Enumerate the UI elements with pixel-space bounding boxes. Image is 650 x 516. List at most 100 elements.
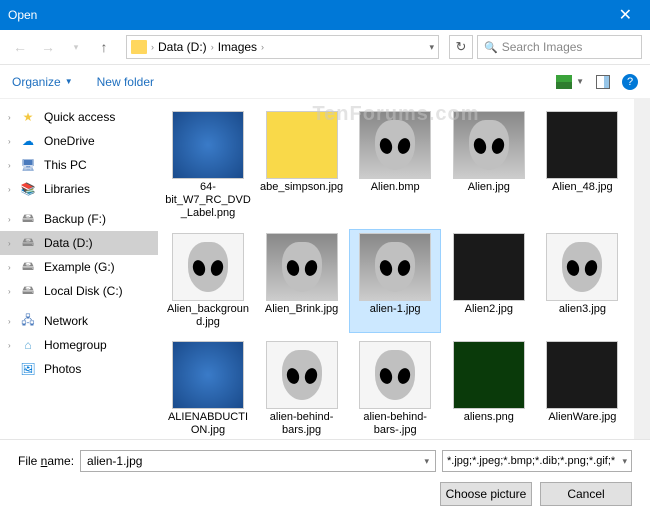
- file-name: ALIENABDUCTION.jpg: [165, 411, 251, 437]
- thumbnail: [546, 111, 618, 179]
- search-input[interactable]: 🔍 Search Images: [477, 35, 642, 59]
- help-icon[interactable]: ?: [622, 74, 638, 90]
- sidebar-item-label: Network: [44, 314, 88, 328]
- chevron-right-icon[interactable]: ›: [8, 113, 11, 122]
- file-item[interactable]: Alien2.jpg: [443, 229, 535, 333]
- photos-icon: 🖼: [20, 361, 36, 377]
- close-icon[interactable]: ✕: [609, 5, 642, 25]
- title-bar: Open ✕: [0, 0, 650, 30]
- chevron-right-icon[interactable]: ›: [8, 317, 11, 326]
- sidebar-item-this-pc[interactable]: › 🖥 This PC: [0, 153, 158, 177]
- file-name: Alien_48.jpg: [552, 181, 613, 194]
- sidebar-item-label: Homegroup: [44, 338, 107, 352]
- chevron-down-icon: ▼: [65, 77, 73, 86]
- chevron-right-icon[interactable]: ›: [8, 263, 11, 272]
- window-title: Open: [8, 8, 37, 22]
- thumbnail: [453, 111, 525, 179]
- filename-label: File name:: [18, 454, 74, 468]
- sidebar-item-label: This PC: [44, 158, 87, 172]
- new-folder-button[interactable]: New folder: [97, 75, 154, 89]
- hg-icon: ⌂: [20, 337, 36, 353]
- sidebar-item-label: OneDrive: [44, 134, 95, 148]
- thumbnail: [359, 341, 431, 409]
- sidebar-item-label: Example (G:): [44, 260, 115, 274]
- chevron-right-icon[interactable]: ›: [8, 185, 11, 194]
- file-type-filter[interactable]: *.jpg;*.jpeg;*.bmp;*.dib;*.png;*.gif;*.j…: [442, 450, 632, 472]
- chevron-down-icon[interactable]: ▾: [429, 42, 434, 53]
- filename-input[interactable]: alien-1.jpg ▾: [80, 450, 436, 472]
- file-name: Alien.bmp: [371, 181, 420, 194]
- recent-dropdown[interactable]: ▾: [64, 35, 88, 59]
- drive-icon: 🖴: [20, 283, 36, 299]
- chevron-down-icon[interactable]: ▾: [622, 456, 627, 467]
- file-item[interactable]: Alien.bmp: [349, 107, 441, 225]
- footer: File name: alien-1.jpg ▾ *.jpg;*.jpeg;*.…: [0, 439, 650, 516]
- thumbnail: [453, 341, 525, 409]
- chevron-right-icon: ›: [151, 42, 154, 52]
- file-item[interactable]: alien3.jpg: [536, 229, 628, 333]
- file-item[interactable]: 64-bit_W7_RC_DVD_Label.png: [162, 107, 254, 225]
- sidebar-item-label: Photos: [44, 362, 81, 376]
- file-item[interactable]: alien-1.jpg: [349, 229, 441, 333]
- pc-icon: 🖥: [20, 157, 36, 173]
- file-item[interactable]: Alien_48.jpg: [536, 107, 628, 225]
- file-name: alien-1.jpg: [370, 303, 421, 316]
- up-button[interactable]: ↑: [92, 35, 116, 59]
- sidebar-item-example-g-[interactable]: › 🖴 Example (G:): [0, 255, 158, 279]
- thumbnail: [546, 341, 618, 409]
- sidebar-item-backup-f-[interactable]: ›🖴Backup (F:): [0, 207, 158, 231]
- sidebar-item-homegroup[interactable]: › ⌂ Homegroup: [0, 333, 158, 357]
- drive-icon: 🖴: [20, 259, 36, 275]
- sidebar-item-label: Libraries: [44, 182, 90, 196]
- chevron-down-icon[interactable]: ▾: [424, 456, 429, 467]
- file-name: 64-bit_W7_RC_DVD_Label.png: [165, 181, 251, 221]
- sidebar-item-label: Backup (F:): [44, 212, 106, 226]
- view-options-icon[interactable]: [556, 75, 572, 89]
- sidebar-item-network[interactable]: ›🖧Network: [0, 309, 158, 333]
- chevron-right-icon[interactable]: ›: [8, 287, 11, 296]
- sidebar-item-local-disk-c-[interactable]: › 🖴 Local Disk (C:): [0, 279, 158, 303]
- file-item[interactable]: Alien.jpg: [443, 107, 535, 225]
- file-name: Alien_Brink.jpg: [265, 303, 338, 316]
- file-item[interactable]: abe_simpson.jpg: [256, 107, 348, 225]
- thumbnail: [546, 233, 618, 301]
- refresh-button[interactable]: ↻: [449, 35, 473, 59]
- file-name: aliens.png: [464, 411, 514, 424]
- file-item[interactable]: alien-behind-bars.jpg: [256, 337, 348, 439]
- file-item[interactable]: alien-behind-bars-.jpg: [349, 337, 441, 439]
- file-name: AlienWare.jpg: [548, 411, 616, 424]
- breadcrumb[interactable]: Data (D:): [158, 40, 207, 54]
- file-item[interactable]: Alien_Brink.jpg: [256, 229, 348, 333]
- chevron-right-icon: ›: [211, 42, 214, 52]
- thumbnail: [266, 111, 338, 179]
- chevron-right-icon[interactable]: ›: [8, 215, 11, 224]
- sidebar-item-onedrive[interactable]: ›☁OneDrive: [0, 129, 158, 153]
- file-item[interactable]: aliens.png: [443, 337, 535, 439]
- file-item[interactable]: Alien_background.jpg: [162, 229, 254, 333]
- sidebar-item-label: Local Disk (C:): [44, 284, 123, 298]
- chevron-right-icon[interactable]: ›: [8, 341, 11, 350]
- file-name: alien-behind-bars.jpg: [260, 411, 344, 437]
- sidebar-item-photos[interactable]: 🖼 Photos: [0, 357, 158, 381]
- chevron-down-icon[interactable]: ▼: [576, 77, 584, 86]
- sidebar-item-data-d-[interactable]: ›🖴Data (D:): [0, 231, 158, 255]
- organize-menu[interactable]: Organize ▼: [12, 75, 73, 89]
- choose-picture-button[interactable]: Choose picture: [440, 482, 532, 506]
- file-item[interactable]: ALIENABDUCTION.jpg: [162, 337, 254, 439]
- preview-pane-icon[interactable]: [596, 75, 610, 89]
- file-item[interactable]: AlienWare.jpg: [536, 337, 628, 439]
- thumbnail: [172, 111, 244, 179]
- back-button[interactable]: ←: [8, 35, 32, 59]
- address-bar[interactable]: › Data (D:) › Images › ▾: [126, 35, 439, 59]
- chevron-right-icon[interactable]: ›: [8, 137, 11, 146]
- sidebar-item-quick-access[interactable]: ›★Quick access: [0, 105, 158, 129]
- sidebar-item-libraries[interactable]: ›📚Libraries: [0, 177, 158, 201]
- scrollbar[interactable]: [634, 99, 650, 439]
- file-name: Alien2.jpg: [465, 303, 513, 316]
- forward-button[interactable]: →: [36, 35, 60, 59]
- chevron-right-icon[interactable]: ›: [8, 161, 11, 170]
- breadcrumb[interactable]: Images: [218, 40, 257, 54]
- chevron-right-icon[interactable]: ›: [8, 239, 11, 248]
- cancel-button[interactable]: Cancel: [540, 482, 632, 506]
- file-list[interactable]: TenForums.com 64-bit_W7_RC_DVD_Label.png…: [158, 99, 634, 439]
